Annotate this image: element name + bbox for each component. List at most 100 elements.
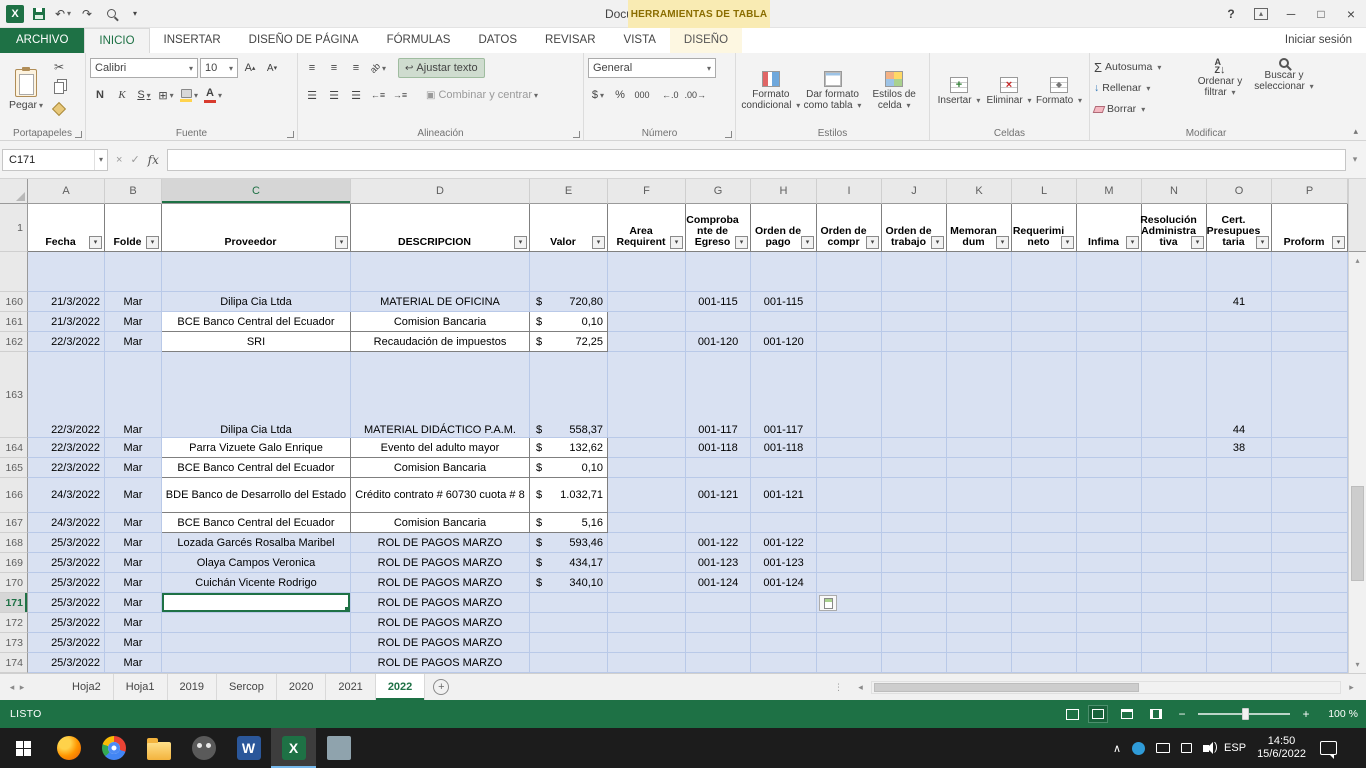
- cell-N160[interactable]: [1142, 292, 1207, 312]
- cell-M167[interactable]: [1077, 513, 1142, 533]
- row-header-163[interactable]: 163: [0, 352, 28, 438]
- cell-K163[interactable]: [947, 352, 1012, 438]
- cell-K164[interactable]: [947, 438, 1012, 458]
- tab-diseño[interactable]: DISEÑO: [670, 28, 742, 53]
- cell-N166[interactable]: [1142, 478, 1207, 513]
- cell-M168[interactable]: [1077, 533, 1142, 553]
- cell-H171[interactable]: [751, 593, 817, 613]
- cell-F163[interactable]: [608, 352, 686, 438]
- name-box[interactable]: C171▾: [2, 149, 108, 171]
- view-normal-button[interactable]: [1088, 705, 1108, 723]
- cell-M171[interactable]: [1077, 593, 1142, 613]
- save-button[interactable]: [30, 5, 48, 23]
- tray-chevron-icon[interactable]: ∧: [1113, 742, 1121, 755]
- cell-I163[interactable]: [817, 352, 882, 438]
- cell-P164[interactable]: [1272, 438, 1348, 458]
- ribbon-display-button[interactable]: ▴: [1246, 0, 1276, 27]
- cell-O164[interactable]: 38: [1207, 438, 1272, 458]
- row-header-171[interactable]: 171: [0, 593, 28, 613]
- sheet-tab-2022[interactable]: 2022: [376, 674, 425, 700]
- cell-styles-button[interactable]: Estilos de celda ▾: [863, 56, 925, 124]
- cell-I172[interactable]: [817, 613, 882, 633]
- row-header-166[interactable]: 166: [0, 478, 28, 513]
- cell-D164[interactable]: Evento del adulto mayor: [351, 438, 530, 458]
- sheet-tab-2021[interactable]: 2021: [326, 674, 375, 700]
- cell-N162[interactable]: [1142, 332, 1207, 352]
- table-header-L[interactable]: Requerimi neto▾: [1012, 204, 1077, 252]
- cell-L173[interactable]: [1012, 633, 1077, 653]
- cell-I161[interactable]: [817, 312, 882, 332]
- cell-O172[interactable]: [1207, 613, 1272, 633]
- cell-M160[interactable]: [1077, 292, 1142, 312]
- cell-K162[interactable]: [947, 332, 1012, 352]
- language-indicator[interactable]: ESP: [1224, 742, 1246, 754]
- cell-A165[interactable]: 22/3/2022: [28, 458, 105, 478]
- cell-H174[interactable]: [751, 653, 817, 673]
- cell-H170[interactable]: 001-124: [751, 573, 817, 593]
- cell-B161[interactable]: Mar: [105, 312, 162, 332]
- column-header-D[interactable]: D: [351, 179, 530, 204]
- cell-F168[interactable]: [608, 533, 686, 553]
- filter-dropdown-icon[interactable]: ▾: [866, 236, 879, 249]
- cell-F171[interactable]: [608, 593, 686, 613]
- cell-O171[interactable]: [1207, 593, 1272, 613]
- cell-C163[interactable]: Dilipa Cia Ltda: [162, 352, 351, 438]
- cell-G168[interactable]: 001-122: [686, 533, 751, 553]
- cell-N174[interactable]: [1142, 653, 1207, 673]
- cell-M163[interactable]: [1077, 352, 1142, 438]
- new-sheet-button[interactable]: +: [433, 679, 449, 695]
- column-header-I[interactable]: I: [817, 179, 882, 204]
- cell-P167[interactable]: [1272, 513, 1348, 533]
- column-header-H[interactable]: H: [751, 179, 817, 204]
- cell-J173[interactable]: [882, 633, 947, 653]
- align-middle-button[interactable]: ≡: [324, 58, 344, 78]
- increase-decimal-button[interactable]: ←.0: [660, 85, 681, 105]
- cell-A169[interactable]: 25/3/2022: [28, 553, 105, 573]
- cell-C165[interactable]: BCE Banco Central del Ecuador: [162, 458, 351, 478]
- cell-A170[interactable]: 25/3/2022: [28, 573, 105, 593]
- cell-I168[interactable]: [817, 533, 882, 553]
- cell-A168[interactable]: 25/3/2022: [28, 533, 105, 553]
- cell-H173[interactable]: [751, 633, 817, 653]
- tab-insertar[interactable]: INSERTAR: [150, 28, 235, 53]
- cell-P163[interactable]: [1272, 352, 1348, 438]
- zoom-out-button[interactable]: −: [1175, 707, 1189, 721]
- cell-B168[interactable]: Mar: [105, 533, 162, 553]
- cell-F162[interactable]: [608, 332, 686, 352]
- select-all-corner[interactable]: [0, 179, 28, 204]
- cell-M169[interactable]: [1077, 553, 1142, 573]
- cell-G163[interactable]: 001-117: [686, 352, 751, 438]
- table-header-O[interactable]: Cert. Presupues taria▾: [1207, 204, 1272, 252]
- filter-dropdown-icon[interactable]: ▾: [1126, 236, 1139, 249]
- horizontal-scrollbar[interactable]: ⋮ ◂ ▸: [834, 674, 1366, 700]
- fill-color-button[interactable]: ▾: [178, 85, 200, 105]
- cell-B172[interactable]: Mar: [105, 613, 162, 633]
- view-page-break-button[interactable]: [1146, 705, 1166, 723]
- cell-K165[interactable]: [947, 458, 1012, 478]
- cell-K172[interactable]: [947, 613, 1012, 633]
- filter-dropdown-icon[interactable]: ▾: [1061, 236, 1074, 249]
- filter-dropdown-icon[interactable]: ▾: [1256, 236, 1269, 249]
- cell-M166[interactable]: [1077, 478, 1142, 513]
- cell-M173[interactable]: [1077, 633, 1142, 653]
- cell-E173[interactable]: [530, 633, 608, 653]
- undo-button[interactable]: ↶▾: [54, 5, 72, 23]
- tab-fórmulas[interactable]: FÓRMULAS: [373, 28, 465, 53]
- cell-E162[interactable]: $72,25: [530, 332, 608, 352]
- table-header-H[interactable]: Orden de pago▾: [751, 204, 817, 252]
- horizontal-scroll-track[interactable]: [871, 681, 1341, 694]
- cell-I170[interactable]: [817, 573, 882, 593]
- filter-dropdown-icon[interactable]: ▾: [592, 236, 605, 249]
- sheet-tab-2019[interactable]: 2019: [168, 674, 217, 700]
- cell-C162[interactable]: SRI: [162, 332, 351, 352]
- row-header-169[interactable]: 169: [0, 553, 28, 573]
- cell-D168[interactable]: ROL DE PAGOS MARZO: [351, 533, 530, 553]
- cell-N169[interactable]: [1142, 553, 1207, 573]
- cell-J162[interactable]: [882, 332, 947, 352]
- table-header-G[interactable]: Comproba nte de Egreso▾: [686, 204, 751, 252]
- cell-O170[interactable]: [1207, 573, 1272, 593]
- cell-D162[interactable]: Recaudación de impuestos: [351, 332, 530, 352]
- cell-B165[interactable]: Mar: [105, 458, 162, 478]
- cell-A167[interactable]: 24/3/2022: [28, 513, 105, 533]
- notification-center-icon[interactable]: [1320, 741, 1337, 755]
